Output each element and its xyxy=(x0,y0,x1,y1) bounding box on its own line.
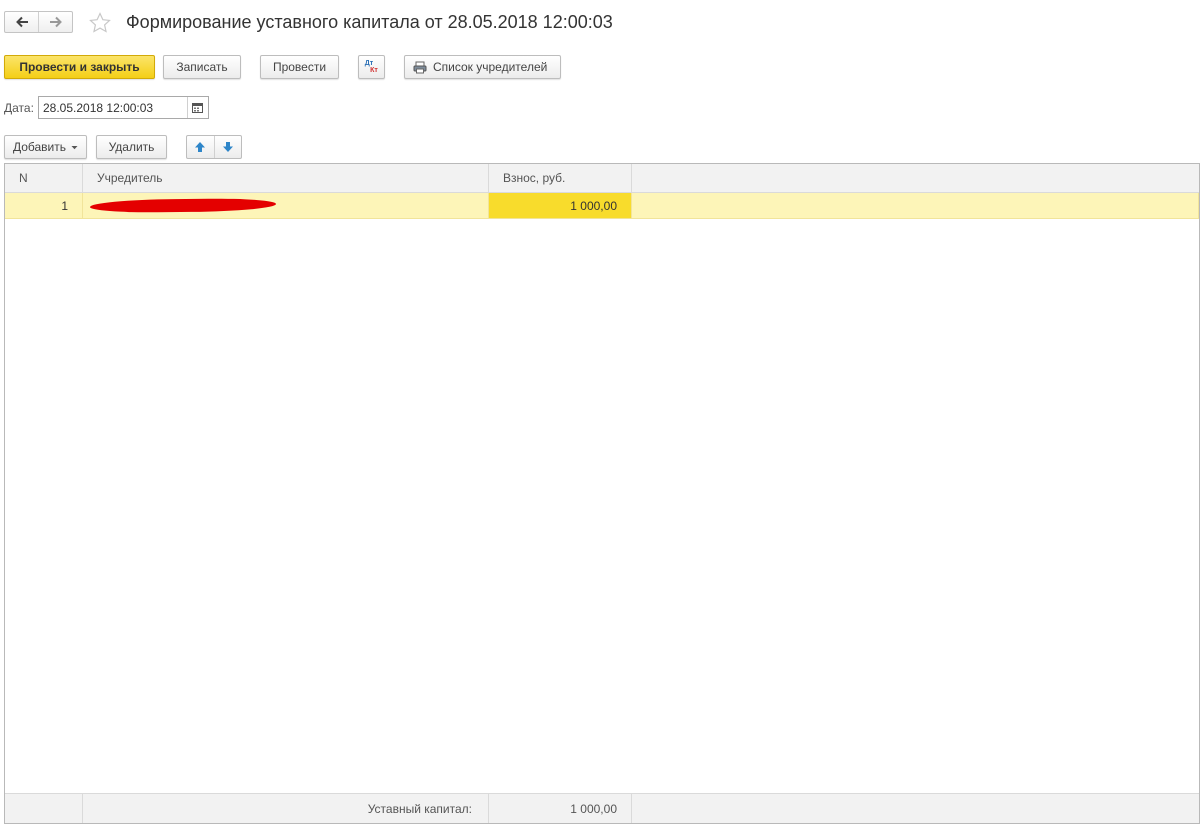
founders-list-button[interactable]: Список учредителей xyxy=(404,55,561,79)
favorite-button[interactable] xyxy=(89,12,111,34)
arrow-right-icon xyxy=(49,16,62,28)
forward-button[interactable] xyxy=(38,12,72,32)
founders-list-label: Список учредителей xyxy=(433,60,548,74)
date-field xyxy=(38,96,209,119)
printer-icon xyxy=(413,61,427,73)
calendar-icon xyxy=(192,103,203,113)
move-buttons xyxy=(186,135,242,159)
footer-n xyxy=(5,794,83,823)
founders-table: N Учредитель Взнос, руб. 1 1 000,00 Уста… xyxy=(4,163,1200,824)
arrow-left-icon xyxy=(15,16,28,28)
star-icon xyxy=(89,12,111,33)
row-amount[interactable]: 1 000,00 xyxy=(489,193,632,218)
delete-button[interactable]: Удалить xyxy=(96,135,167,159)
move-down-button[interactable] xyxy=(215,136,242,158)
column-header-founder[interactable]: Учредитель xyxy=(83,164,489,192)
move-up-button[interactable] xyxy=(187,136,215,158)
navigation-buttons xyxy=(4,11,73,33)
table-footer: Уставный капитал: 1 000,00 xyxy=(5,793,1199,823)
footer-label: Уставный капитал: xyxy=(83,794,489,823)
table-header: N Учредитель Взнос, руб. xyxy=(5,164,1199,193)
kt-label: Кт xyxy=(370,67,378,74)
dt-kt-button[interactable]: Дт Кт xyxy=(358,55,385,79)
row-empty xyxy=(632,193,1199,218)
back-button[interactable] xyxy=(5,12,38,32)
footer-empty xyxy=(632,794,1199,823)
dt-label: Дт xyxy=(364,60,374,67)
post-button[interactable]: Провести xyxy=(260,55,339,79)
column-header-empty xyxy=(632,164,1199,192)
table-row[interactable]: 1 1 000,00 xyxy=(5,193,1199,219)
add-label: Добавить xyxy=(12,140,67,154)
add-button[interactable]: Добавить xyxy=(4,135,87,159)
page-title: Формирование уставного капитала от 28.05… xyxy=(126,12,613,32)
footer-total: 1 000,00 xyxy=(489,794,632,823)
date-input[interactable] xyxy=(39,97,187,118)
calendar-button[interactable] xyxy=(187,97,207,118)
post-and-close-button[interactable]: Провести и закрыть xyxy=(4,55,155,79)
dt-kt-icon: Дт Кт xyxy=(365,60,378,74)
column-header-n[interactable]: N xyxy=(5,164,83,192)
date-label: Дата: xyxy=(4,101,34,115)
column-header-amount[interactable]: Взнос, руб. xyxy=(489,164,632,192)
arrow-up-icon xyxy=(195,142,206,152)
save-button[interactable]: Записать xyxy=(163,55,241,79)
dropdown-arrow-icon xyxy=(71,145,78,149)
row-number: 1 xyxy=(5,193,83,218)
arrow-down-icon xyxy=(222,142,233,152)
